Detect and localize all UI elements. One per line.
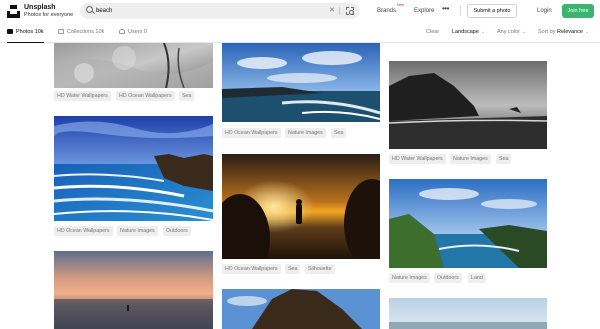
tag-chip[interactable]: Sea — [496, 154, 512, 164]
tag-chip[interactable]: Sea — [179, 91, 195, 101]
photo-card[interactable] — [222, 154, 380, 259]
photo-card[interactable] — [54, 251, 213, 329]
nav-divider — [460, 6, 461, 16]
tab-photos-label: Photos 10k — [16, 29, 44, 35]
nav-explore-link[interactable]: Explore — [414, 7, 434, 15]
top-navbar: Unsplash Photos for everyone beach ✕ Bra… — [0, 0, 600, 23]
photo-card[interactable] — [222, 43, 380, 122]
color-dropdown[interactable]: Any color ⌄ — [497, 23, 526, 42]
orientation-value: Landscape — [452, 29, 479, 35]
brand-tagline: Photos for everyone — [24, 12, 74, 18]
login-link[interactable]: Login — [537, 7, 552, 15]
tag-chip[interactable]: HD Ocean Wallpapers — [222, 128, 281, 138]
nav-brands-link[interactable]: Brands — [377, 7, 396, 15]
tag-chip[interactable]: Outdoors — [434, 273, 462, 283]
photo-card[interactable] — [389, 61, 547, 149]
golden-sunset-silhouettes-photo — [222, 154, 380, 259]
chevron-down-icon: ⌄ — [584, 29, 590, 35]
tab-users-label: Users 0 — [128, 29, 147, 35]
photo-card[interactable] — [222, 289, 380, 329]
rock-against-sky-photo — [222, 289, 380, 329]
brand-name[interactable]: Unsplash — [24, 4, 56, 12]
submit-photo-button[interactable]: Submit a photo — [467, 4, 517, 18]
search-divider — [339, 7, 340, 15]
photo-card[interactable] — [54, 116, 213, 221]
tag-chip[interactable]: Sea — [331, 128, 347, 138]
sunset-beach-walker-photo — [54, 251, 213, 329]
sort-value: Relevance — [556, 29, 583, 35]
chevron-down-icon: ⌄ — [480, 29, 486, 35]
tag-chip[interactable]: Sea — [285, 264, 301, 274]
search-input[interactable]: beach — [96, 6, 112, 16]
search-bar[interactable]: beach ✕ — [80, 3, 360, 19]
orientation-dropdown[interactable]: Landscape ⌄ — [452, 23, 485, 42]
tag-chip[interactable]: HD Ocean Wallpapers — [116, 91, 175, 101]
clear-search-icon[interactable]: ✕ — [329, 6, 335, 16]
monochrome-rock-beach-photo — [389, 61, 547, 149]
tag-chip[interactable]: Nature Images — [117, 226, 158, 236]
stormy-sea-spray-photo — [54, 43, 213, 88]
unsplash-logo-icon[interactable] — [7, 5, 20, 18]
tag-chip[interactable]: HD Ocean Wallpapers — [222, 264, 281, 274]
sort-prefix: Sort by — [538, 29, 556, 35]
tag-chip[interactable]: Nature Images — [389, 273, 430, 283]
photos-icon — [7, 28, 13, 34]
color-value: Any color — [497, 29, 520, 35]
tag-chip[interactable]: Outdoors — [163, 226, 191, 236]
photo-card[interactable] — [389, 179, 547, 268]
sort-dropdown[interactable]: Sort by Relevance ⌄ — [538, 23, 589, 42]
tag-chip[interactable]: Nature Images — [450, 154, 491, 164]
green-hill-bay-photo — [389, 179, 547, 268]
tag-chip[interactable]: HD Ocean Wallpapers — [54, 226, 113, 236]
tab-collections[interactable]: Collections 10k — [58, 23, 104, 43]
more-options-icon[interactable]: ••• — [442, 5, 449, 13]
tab-collections-label: Collections 10k — [67, 29, 105, 35]
pale-sky-shore-photo — [389, 298, 547, 329]
tab-photos[interactable]: Photos 10k — [7, 23, 44, 43]
clear-filters-link[interactable]: Clear — [426, 23, 439, 42]
new-badge: New — [397, 3, 405, 7]
photo-card[interactable] — [54, 43, 213, 88]
collections-icon — [58, 28, 64, 34]
tag-chip[interactable]: HD Water Wallpapers — [389, 154, 446, 164]
photo-card[interactable] — [389, 298, 547, 329]
blue-sky-coastline-photo — [222, 43, 380, 122]
blue-surf-cliffs-photo — [54, 116, 213, 221]
visual-search-icon[interactable] — [346, 7, 354, 15]
users-icon — [119, 28, 125, 34]
chevron-down-icon: ⌄ — [521, 29, 527, 35]
tag-chip[interactable]: Silhouette — [305, 264, 335, 274]
join-free-button[interactable]: Join free — [562, 4, 594, 18]
filter-bar: Photos 10k Collections 10k Users 0 Clear… — [0, 23, 600, 43]
tag-chip[interactable]: Land — [468, 273, 486, 283]
tab-users[interactable]: Users 0 — [119, 23, 147, 43]
search-icon[interactable] — [86, 6, 93, 13]
tag-chip[interactable]: HD Water Wallpapers — [54, 91, 111, 101]
tag-chip[interactable]: Nature Images — [285, 128, 326, 138]
